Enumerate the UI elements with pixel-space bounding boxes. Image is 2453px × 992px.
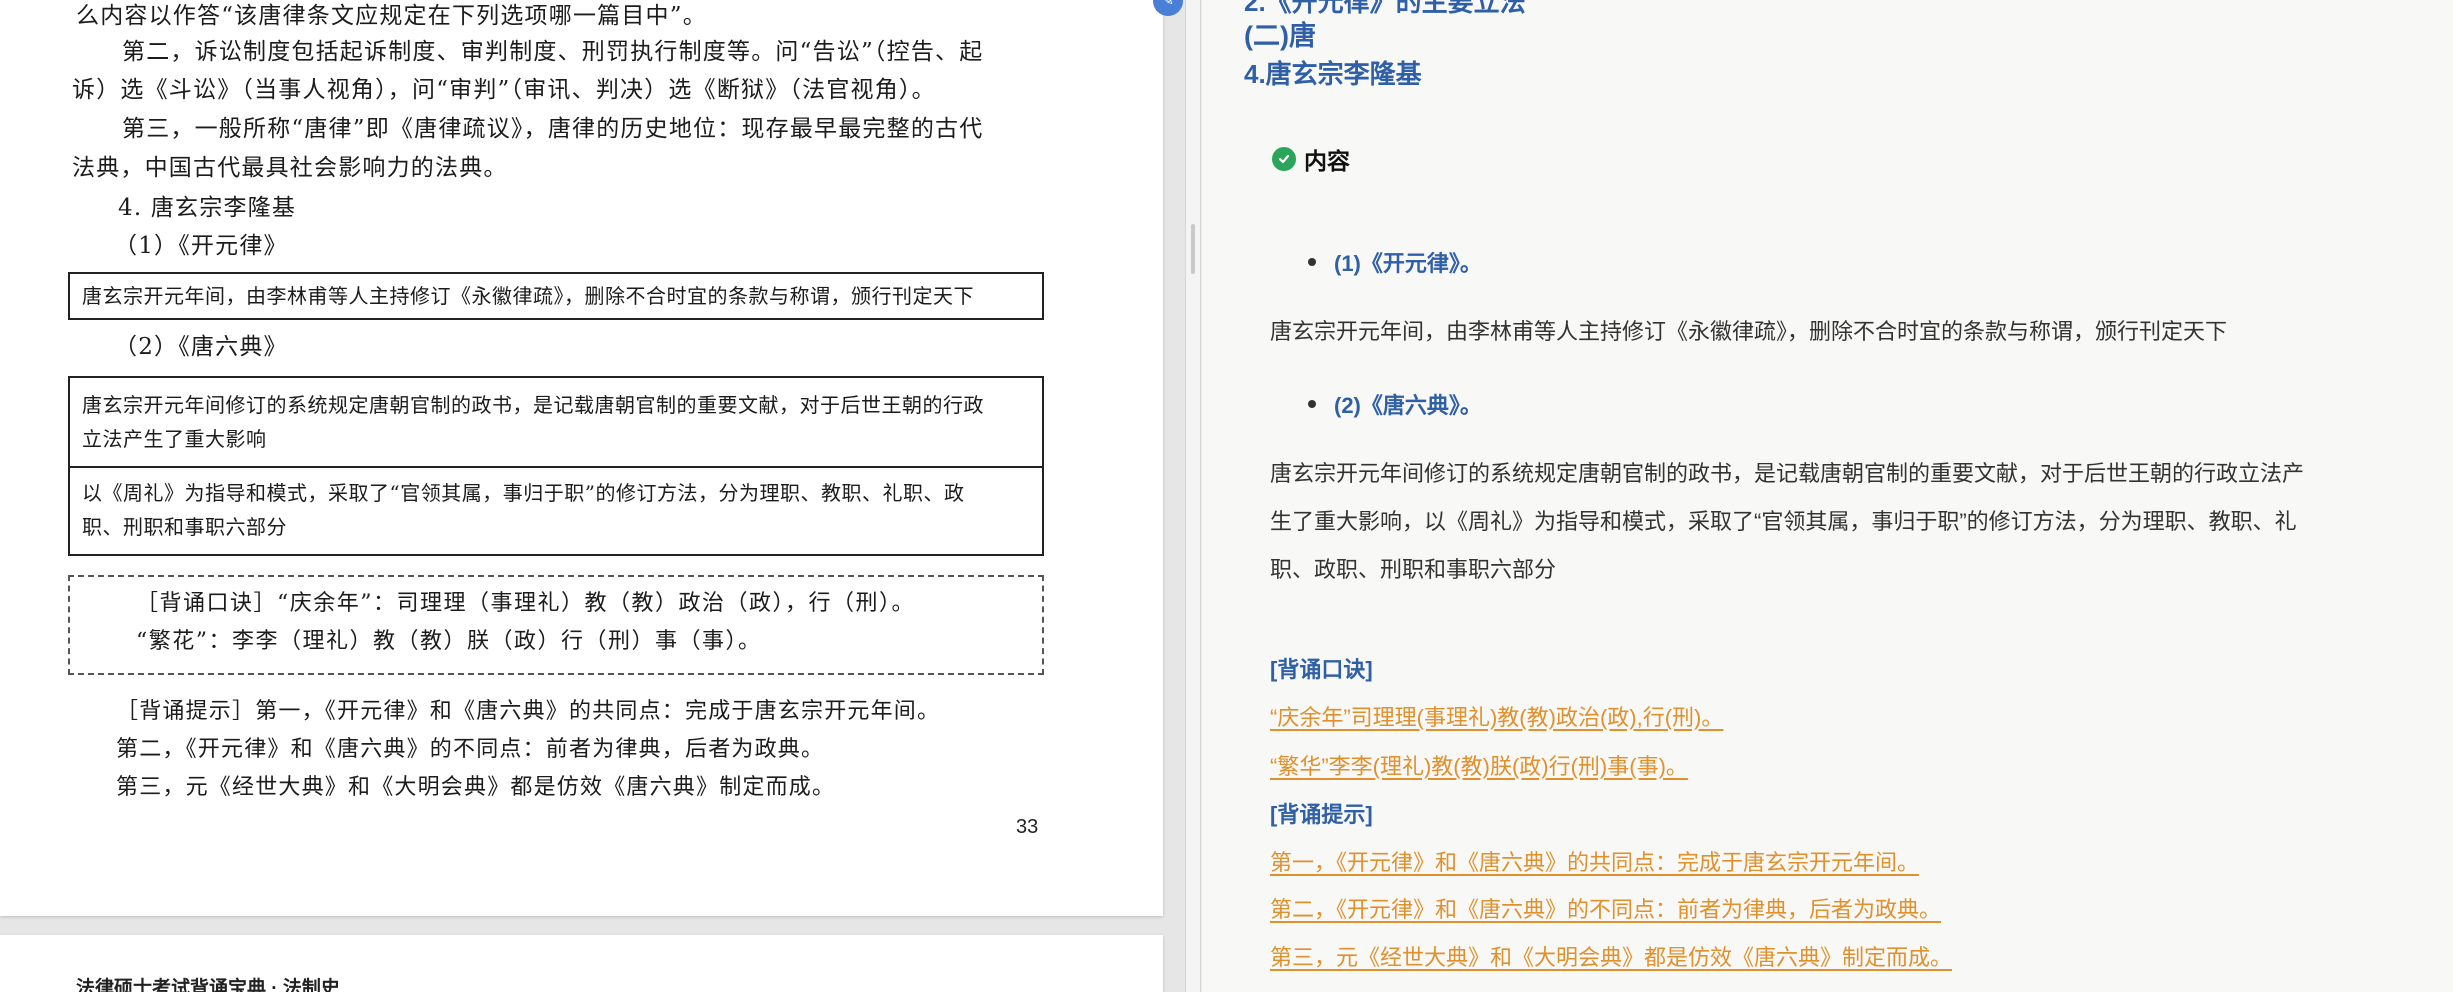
bullet-label: (1)《开元律》。 bbox=[1334, 251, 1482, 276]
pdf-box-text: 唐玄宗开元年间，由李林甫等人主持修订《永徽律疏》，删除不合时宜的条款与称谓，颁行… bbox=[82, 284, 974, 308]
pane-resize-divider[interactable] bbox=[1185, 0, 1201, 992]
bullet-dot bbox=[1308, 400, 1316, 408]
pdf-viewer-pane[interactable]: 么内容以作答“该唐律条文应规定在下列选项哪一篇目中”。 第二，诉讼制度包括起诉制… bbox=[0, 0, 1185, 992]
pdf-box-text: 职、刑职和事职六部分 bbox=[82, 515, 287, 539]
pdf-hint-line: ［背诵提示］第一，《开元律》和《唐六典》的共同点：完成于唐玄宗开元年间。 bbox=[116, 699, 941, 724]
mnemonic-label: [背诵口诀] bbox=[1270, 657, 1373, 682]
callout-title: 内容 bbox=[1304, 148, 1350, 174]
pdf-mnemonic-line: ［背诵口诀］“庆余年”：司理理（事理礼）教（教）政治（政），行（刑）。 bbox=[136, 591, 915, 616]
pdf-box-text: 唐玄宗开元年间修订的系统规定唐朝官制的政书，是记载唐朝官制的重要文献，对于后世王… bbox=[82, 393, 984, 417]
notes-pane[interactable]: 2.《开元律》的主要立法 (二)唐 4.唐玄宗李隆基 内容 (1)《开元律》。 … bbox=[1202, 0, 2453, 992]
list-item: (1)《开元律》。 bbox=[1308, 246, 1482, 278]
pdf-box-tangliudian: 唐玄宗开元年间修订的系统规定唐朝官制的政书，是记载唐朝官制的重要文献，对于后世王… bbox=[68, 376, 1044, 556]
pdf-hint-line: 第二，《开元律》和《唐六典》的不同点：前者为律典，后者为政典。 bbox=[116, 737, 825, 762]
pdf-line: 第二，诉讼制度包括起诉制度、审判制度、刑罚执行制度等。问“告讼”（控告、起 bbox=[122, 39, 984, 65]
heading-xuanzong: 4.唐玄宗李隆基 bbox=[1244, 59, 1422, 89]
note-paragraph: 唐玄宗开元年间，由李林甫等人主持修订《永徽律疏》，删除不合时宜的条款与称谓，颁行… bbox=[1270, 319, 2228, 344]
pdf-item-heading: （2）《唐六典》 bbox=[114, 334, 288, 360]
pdf-box-text: 立法产生了重大影响 bbox=[82, 427, 267, 451]
pdf-hint-line: 第三，元《经世大典》和《大明会典》都是仿效《唐六典》制定而成。 bbox=[116, 775, 836, 800]
check-circle-icon bbox=[1272, 147, 1296, 171]
pdf-box-divider bbox=[70, 466, 1042, 468]
heading-tang: (二)唐 bbox=[1244, 21, 1316, 51]
bullet-dot bbox=[1308, 258, 1316, 266]
pdf-line: 诉）选《斗讼》（当事人视角），问“审判”（审讯、判决）选《断狱》（法官视角）。 bbox=[72, 77, 936, 103]
pdf-page-header: 法律硕士考试背诵宝典 · 法制史 bbox=[76, 978, 340, 992]
pdf-mnemonic-box: ［背诵口诀］“庆余年”：司理理（事理礼）教（教）政治（政），行（刑）。 “繁花”… bbox=[68, 575, 1044, 675]
hint-link[interactable]: 第三，元《经世大典》和《大明会典》都是仿效《唐六典》制定而成。 bbox=[1270, 940, 1952, 972]
pdf-page-next: 法律硕士考试背诵宝典 · 法制史 bbox=[0, 935, 1163, 992]
mnemonic-link[interactable]: “繁华”李李(理礼)教(教)朕(政)行(刑)事(事)。 bbox=[1270, 749, 1688, 781]
pdf-mnemonic-line: “繁花”：李李（理礼）教（教）朕（政）行（刑）事（事）。 bbox=[136, 629, 762, 654]
pdf-line: 法典，中国古代最具社会影响力的法典。 bbox=[72, 155, 508, 181]
note-paragraph-line: 职、政职、刑职和事职六部分 bbox=[1270, 557, 1557, 582]
pdf-page: 么内容以作答“该唐律条文应规定在下列选项哪一篇目中”。 第二，诉讼制度包括起诉制… bbox=[0, 0, 1163, 916]
hint-label: [背诵提示] bbox=[1270, 802, 1373, 827]
page-number: 33 bbox=[1016, 816, 1039, 838]
mnemonic-link[interactable]: “庆余年”司理理(事理礼)教(教)政治(政),行(刑)。 bbox=[1270, 700, 1723, 732]
bullet-label: (2)《唐六典》。 bbox=[1334, 393, 1482, 418]
content-callout[interactable]: 内容 bbox=[1272, 142, 1350, 176]
pdf-item-heading: （1）《开元律》 bbox=[114, 233, 288, 259]
pdf-line: 么内容以作答“该唐律条文应规定在下列选项哪一篇目中”。 bbox=[76, 3, 707, 29]
hint-link[interactable]: 第二，《开元律》和《唐六典》的不同点：前者为律典，后者为政典。 bbox=[1270, 892, 1941, 924]
pdf-line: 第三，一般所称“唐律”即《唐律疏议》，唐律的历史地位：现存最早最完整的古代 bbox=[122, 116, 984, 142]
list-item: (2)《唐六典》。 bbox=[1308, 388, 1482, 420]
note-paragraph-line: 唐玄宗开元年间修订的系统规定唐朝官制的政书，是记载唐朝官制的重要文献，对于后世王… bbox=[1270, 461, 2305, 486]
resize-handle[interactable] bbox=[1191, 224, 1195, 274]
pdf-box-kaiyuanlv: 唐玄宗开元年间，由李林甫等人主持修订《永徽律疏》，删除不合时宜的条款与称谓，颁行… bbox=[68, 272, 1044, 320]
hint-link[interactable]: 第一，《开元律》和《唐六典》的共同点：完成于唐玄宗开元年间。 bbox=[1270, 845, 1919, 877]
app-window: 么内容以作答“该唐律条文应规定在下列选项哪一篇目中”。 第二，诉讼制度包括起诉制… bbox=[0, 0, 2453, 992]
pdf-box-text: 以《周礼》为指导和模式，采取了“官领其属，事归于职”的修订方法，分为理职、教职、… bbox=[82, 481, 965, 505]
pdf-section-heading: 4. 唐玄宗李隆基 bbox=[118, 195, 297, 221]
note-paragraph-line: 生了重大影响，以《周礼》为指导和模式，采取了“官领其属，事归于职”的修订方法，分… bbox=[1270, 509, 2297, 534]
